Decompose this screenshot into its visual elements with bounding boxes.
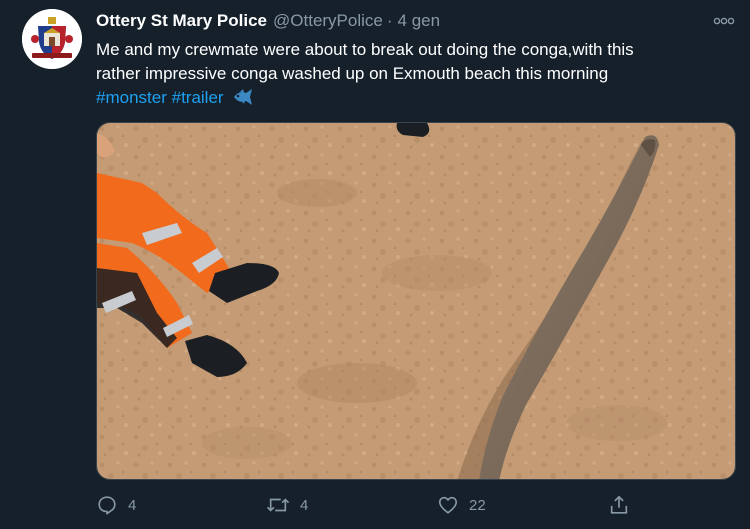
retweet-count: 4 [300, 496, 309, 514]
like-count: 22 [469, 496, 486, 514]
tweet-text-line-2: rather impressive conga washed up on Exm… [96, 64, 609, 83]
beach-photo [97, 123, 735, 479]
retweet-button[interactable]: 4 [266, 494, 308, 516]
timestamp[interactable]: 4 gen [398, 11, 441, 31]
hashtag-line: #monster #trailer [96, 86, 736, 113]
more-dots-icon [713, 17, 735, 25]
reply-icon [98, 496, 116, 515]
police-crest-icon [22, 9, 82, 69]
like-button[interactable]: 22 [437, 494, 486, 516]
tweet-photo[interactable] [96, 122, 736, 480]
avatar[interactable] [22, 9, 82, 69]
tweet-card[interactable]: Ottery St Mary Police @OtteryPolice · 4 … [0, 0, 750, 529]
header-separator: · [386, 11, 393, 30]
tweet-actions: 4 4 22 [96, 494, 736, 520]
more-options-button[interactable] [712, 14, 736, 26]
tweet-text: Me and my crewmate were about to break o… [96, 38, 736, 113]
reply-button[interactable]: 4 [96, 494, 136, 516]
user-handle[interactable]: @OtteryPolice [273, 11, 383, 31]
display-name[interactable]: Ottery St Mary Police [96, 11, 267, 31]
tweet-header: Ottery St Mary Police @OtteryPolice · 4 … [96, 11, 440, 33]
share-button[interactable] [608, 494, 640, 516]
hashtag-trailer[interactable]: #trailer [172, 88, 224, 107]
heart-icon [438, 496, 458, 514]
tweet-text-line-1: Me and my crewmate were about to break o… [96, 40, 634, 59]
fish-icon [231, 88, 255, 113]
reply-count: 4 [128, 496, 137, 514]
hashtag-monster[interactable]: #monster [96, 88, 167, 107]
share-icon [610, 495, 628, 514]
retweet-icon [266, 498, 290, 512]
